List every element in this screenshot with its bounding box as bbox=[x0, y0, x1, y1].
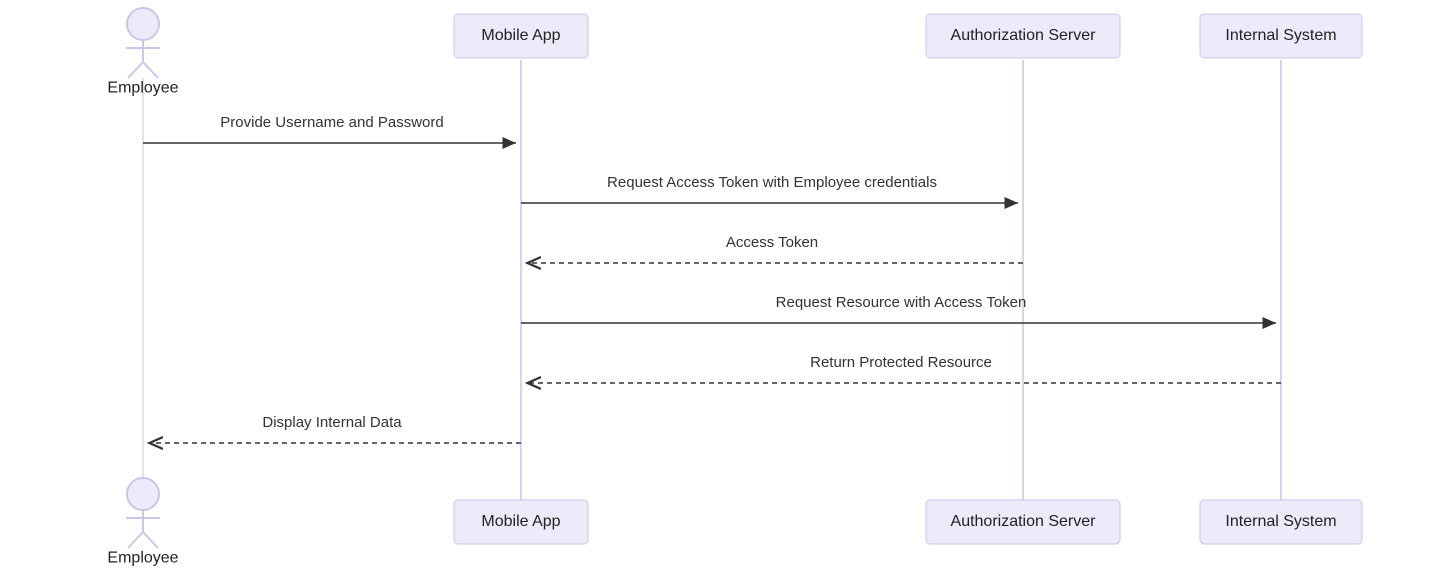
participant-mobile-app-bottom: Mobile App bbox=[454, 500, 588, 544]
participant-label: Mobile App bbox=[481, 27, 560, 44]
participant-mobile-app-top: Mobile App bbox=[454, 14, 588, 58]
message-label-m4: Request Resource with Access Token bbox=[776, 294, 1027, 311]
message-label-m1: Provide Username and Password bbox=[220, 114, 443, 131]
message-label-m3: Access Token bbox=[726, 234, 818, 251]
actor-label-bottom: Employee bbox=[107, 549, 178, 566]
participant-auth-server-bottom: Authorization Server bbox=[926, 500, 1120, 544]
participant-internal-system-bottom: Internal System bbox=[1200, 500, 1362, 544]
actor-label-top: Employee bbox=[107, 79, 178, 96]
actor-employee-top: Employee bbox=[107, 8, 178, 96]
participant-auth-server-top: Authorization Server bbox=[926, 14, 1120, 58]
participant-internal-system-top: Internal System bbox=[1200, 14, 1362, 58]
participant-label: Authorization Server bbox=[951, 27, 1097, 44]
participant-label: Mobile App bbox=[481, 513, 560, 530]
message-label-m5: Return Protected Resource bbox=[810, 354, 992, 371]
participant-label: Authorization Server bbox=[951, 513, 1097, 530]
participant-label: Internal System bbox=[1225, 513, 1336, 530]
message-label-m2: Request Access Token with Employee crede… bbox=[607, 174, 937, 191]
sequence-diagram: Employee Mobile App Authorization Server… bbox=[0, 0, 1430, 574]
message-label-m6: Display Internal Data bbox=[262, 414, 402, 431]
actor-employee-bottom: Employee bbox=[107, 478, 178, 566]
participant-label: Internal System bbox=[1225, 27, 1336, 44]
